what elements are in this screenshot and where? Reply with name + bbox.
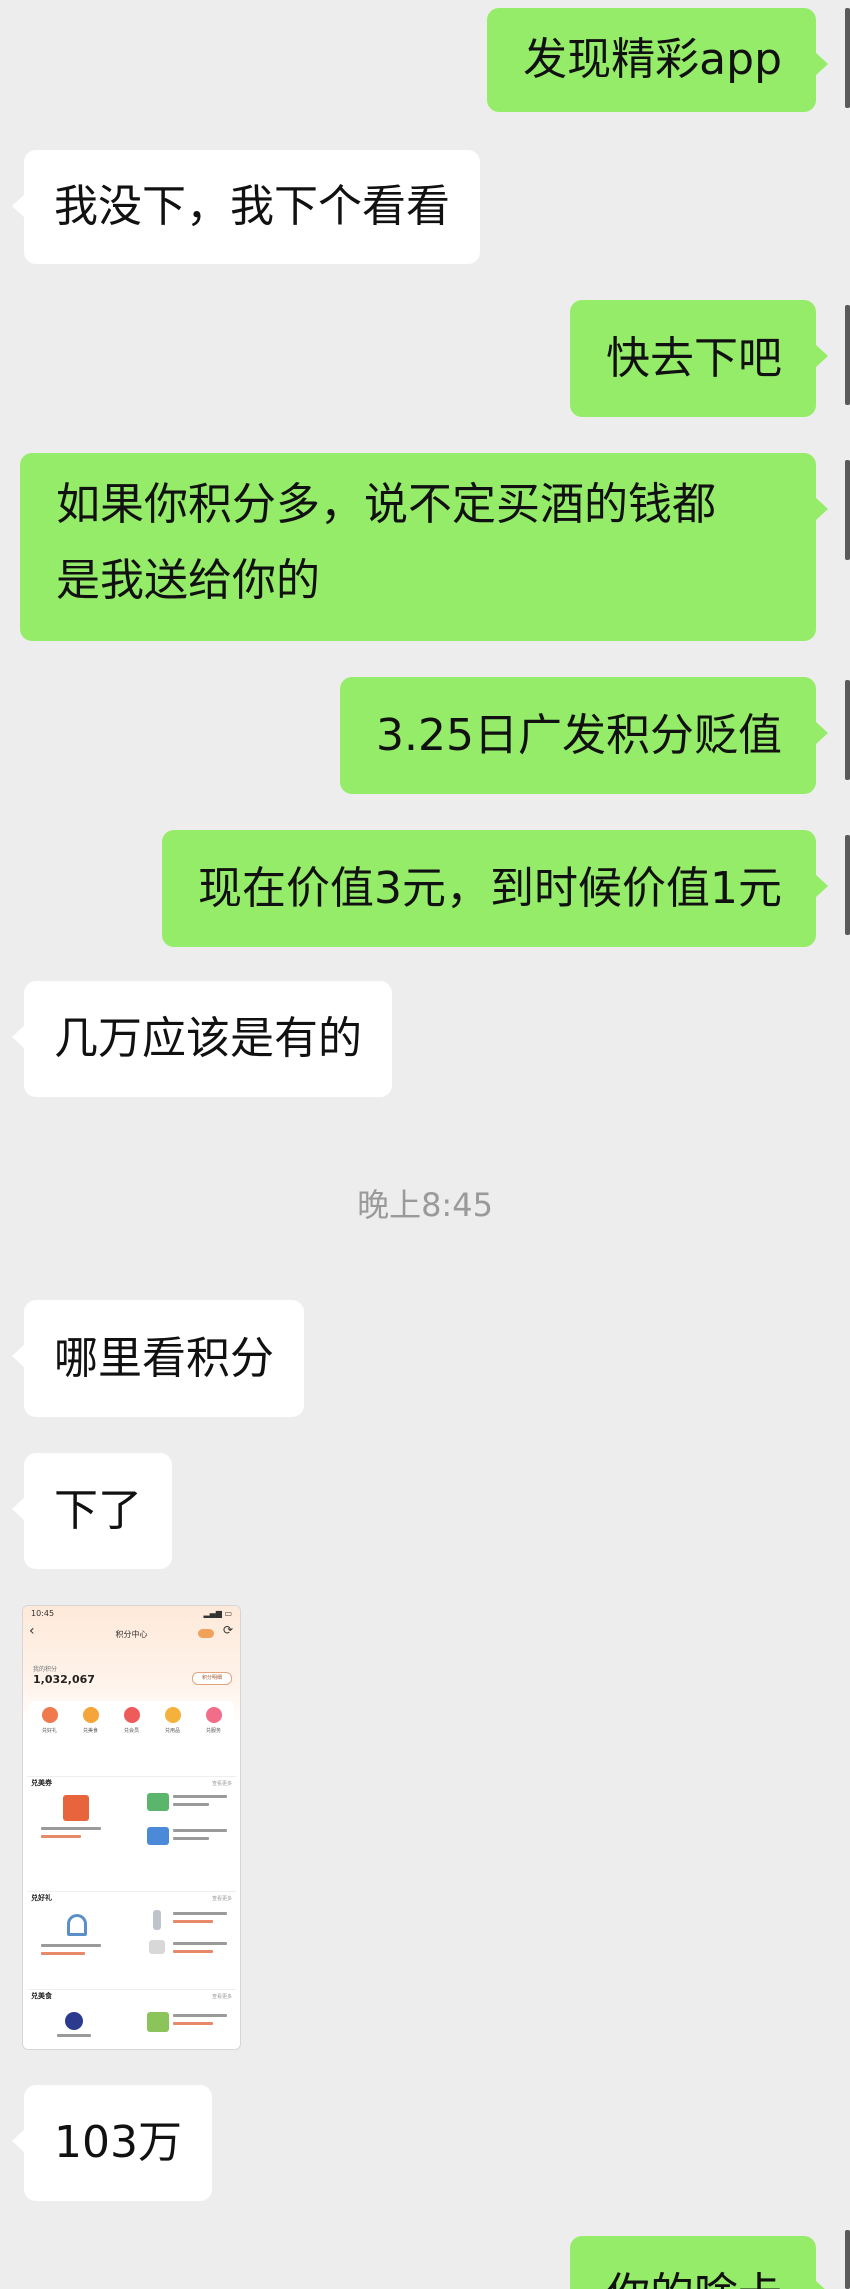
message-bubble-incoming[interactable]: 哪里看积分	[12, 1300, 304, 1417]
thumb-text-line	[41, 1952, 85, 1955]
thumb-status-time: 10:45	[31, 1609, 55, 1618]
thumb-text-line	[41, 1944, 101, 1947]
food-card-icon	[147, 2012, 169, 2032]
thumb-text-line	[173, 1912, 227, 1915]
message-bubble-incoming[interactable]: 103万	[12, 2085, 212, 2201]
message-bubble-outgoing[interactable]: 快去下吧	[570, 300, 828, 417]
message-bubble-incoming[interactable]: 几万应该是有的	[12, 981, 392, 1097]
avatar-edge	[845, 2230, 850, 2289]
thumb-category-label: 兑服务	[205, 1728, 221, 1734]
thumb-text-line	[57, 2034, 91, 2037]
thumb-category: 兑服务	[199, 1707, 229, 1761]
thumb-category-label: 兑用品	[164, 1728, 180, 1734]
thumb-section-more: 查看更多	[211, 1994, 232, 2000]
signal-battery-icon: ▂▄▆ ▭	[203, 1609, 232, 1618]
thumb-category: 兑好礼	[35, 1707, 65, 1761]
thumb-text-line	[173, 2022, 213, 2025]
thumb-points-value: 1,032,067	[33, 1673, 95, 1686]
thumb-section-title: 兑美食	[31, 1992, 52, 2000]
avatar-edge	[845, 305, 850, 405]
message-bubble-incoming[interactable]: 下了	[12, 1453, 172, 1569]
thumb-category-label: 兑美食	[82, 1728, 98, 1734]
thumb-section-more: 查看更多	[211, 1781, 232, 1787]
avatar-edge	[845, 460, 850, 560]
product-icon	[153, 1910, 161, 1930]
thumb-text-line	[41, 1835, 81, 1838]
message-bubble-outgoing[interactable]: 现在价值3元，到时候价值1元	[162, 830, 828, 947]
avatar-edge	[845, 8, 850, 108]
message-bubble-outgoing[interactable]: 你的啥卡	[570, 2236, 828, 2289]
thumb-category-label: 兑好礼	[41, 1728, 57, 1734]
message-timestamp: 晚上8:45	[357, 1186, 493, 1224]
thumb-text-line	[173, 1795, 227, 1798]
image-message-thumbnail[interactable]: 10:45 ▂▄▆ ▭ ‹ 积分中心 ⟳ 我的积分 1,032,067 积分明细…	[22, 1605, 241, 2050]
thumb-section: 兑美券 查看更多	[27, 1776, 236, 1897]
refresh-icon: ⟳	[222, 1623, 233, 1637]
message-bubble-incoming[interactable]: 我没下，我下个看看	[12, 150, 480, 264]
avatar-edge	[845, 835, 850, 935]
thumb-category-row: 兑好礼 兑美食 兑会员 兑用品 兑服务	[29, 1701, 234, 1761]
message-bubble-outgoing[interactable]: 3.25日广发积分贬值	[340, 677, 828, 794]
avatar-edge	[845, 680, 850, 780]
message-bubble-outgoing[interactable]: 发现精彩app	[487, 8, 828, 112]
thumb-category-label: 兑会员	[123, 1728, 139, 1734]
thumb-text-line	[173, 1950, 213, 1953]
coupon-card-icon	[63, 1795, 89, 1821]
food-icon	[82, 1707, 99, 1723]
thumb-text-line	[173, 1837, 209, 1840]
thumb-text-line	[173, 1942, 227, 1945]
message-line: 如果你积分多，说不定买酒的钱都	[56, 479, 716, 530]
gift-icon	[41, 1707, 58, 1723]
heart-icon	[205, 1707, 222, 1723]
thumb-category: 兑美食	[76, 1707, 106, 1761]
thumb-section: 兑好礼 查看更多	[27, 1891, 236, 1992]
goods-icon	[164, 1707, 181, 1723]
product-icon	[149, 1940, 165, 1954]
thumb-section-more: 查看更多	[211, 1896, 232, 1902]
thumb-section: 兑美食 查看更多	[27, 1989, 236, 2049]
thumb-category: 兑会员	[117, 1707, 147, 1761]
message-bubble-outgoing[interactable]: 如果你积分多，说不定买酒的钱都 是我送给你的	[20, 453, 828, 641]
thumb-text-line	[173, 1803, 209, 1806]
thumb-detail-button: 积分明细	[192, 1672, 232, 1685]
coupon-card-icon	[147, 1793, 169, 1811]
thumb-text-line	[173, 1920, 213, 1923]
headphones-icon	[67, 1914, 87, 1936]
thumb-text-line	[173, 1829, 227, 1832]
message-line: 是我送给你的	[56, 555, 320, 606]
coupon-card-icon	[147, 1827, 169, 1845]
chat-conversation[interactable]: 发现精彩app 我没下，我下个看看 快去下吧 如果你积分多，说不定买酒的钱都 是…	[0, 0, 850, 2289]
thumb-text-line	[173, 2014, 227, 2017]
logo-icon	[65, 2012, 83, 2030]
member-icon	[123, 1707, 140, 1723]
thumb-section-title: 兑好礼	[31, 1894, 52, 1902]
thumb-category: 兑用品	[158, 1707, 188, 1761]
thumb-text-line	[41, 1827, 101, 1830]
thumb-badge	[198, 1629, 214, 1638]
thumb-section-title: 兑美券	[31, 1779, 52, 1787]
